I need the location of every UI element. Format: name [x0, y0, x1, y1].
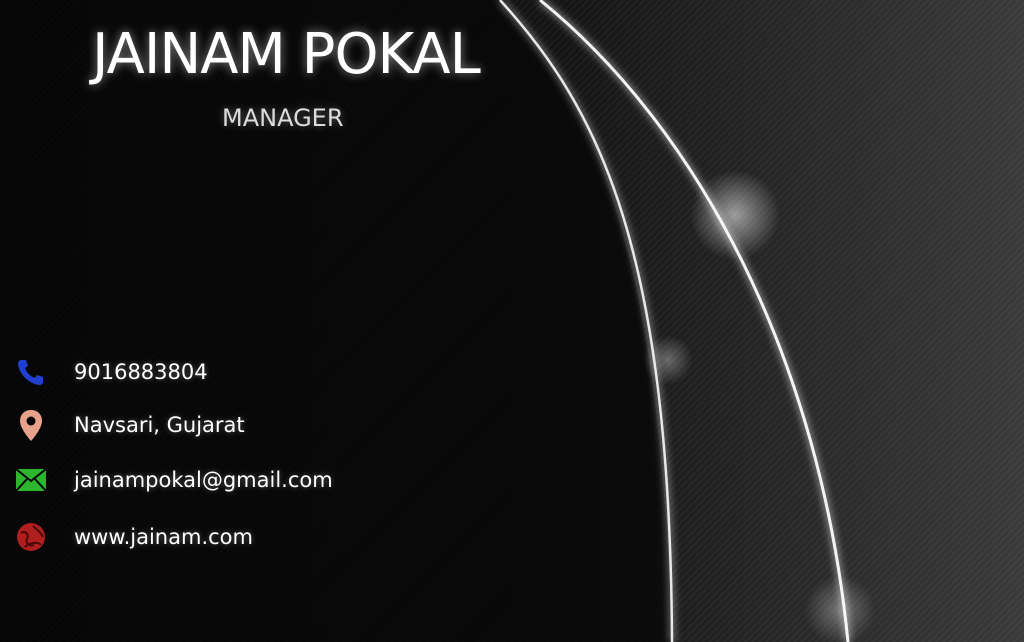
- location-pin-icon: [14, 408, 48, 442]
- contact-email[interactable]: jainampokal@gmail.com: [14, 463, 333, 497]
- card-name: JAINAM POKAL: [92, 22, 481, 87]
- card-title: MANAGER: [222, 104, 344, 132]
- website-link: www.jainam.com: [74, 525, 253, 549]
- phone-number: 9016883804: [74, 360, 208, 384]
- mail-icon: [14, 463, 48, 497]
- globe-icon: [14, 520, 48, 554]
- contact-phone[interactable]: 9016883804: [14, 355, 208, 389]
- email-address: jainampokal@gmail.com: [74, 468, 333, 492]
- phone-icon: [14, 355, 48, 389]
- contact-website[interactable]: www.jainam.com: [14, 520, 253, 554]
- contact-location[interactable]: Navsari, Gujarat: [14, 408, 245, 442]
- location-text: Navsari, Gujarat: [74, 413, 245, 437]
